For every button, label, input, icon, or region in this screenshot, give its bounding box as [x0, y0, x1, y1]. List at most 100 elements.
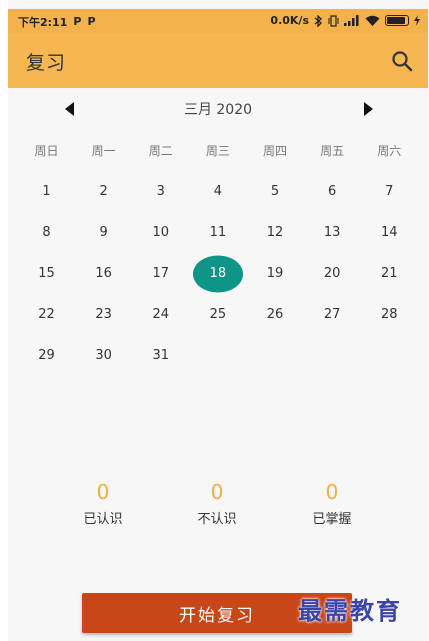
calendar-day[interactable]: 11: [189, 212, 246, 253]
calendar-day[interactable]: 26: [247, 294, 304, 335]
bluetooth-icon: [314, 14, 322, 27]
calendar-day[interactable]: 7: [361, 171, 418, 212]
search-icon[interactable]: [390, 49, 414, 73]
stat-value: 0: [325, 480, 339, 504]
day-number: 7: [385, 184, 394, 199]
network-speed: 0.0K/s: [270, 14, 309, 27]
day-number: 26: [266, 307, 284, 322]
day-number: 28: [381, 307, 398, 322]
day-number: 2: [99, 184, 108, 199]
weekday-label: 周日: [34, 144, 59, 158]
calendar-day[interactable]: 30: [75, 335, 132, 376]
day-number: 20: [323, 266, 341, 281]
charging-icon: [414, 15, 420, 26]
calendar-day[interactable]: 22: [18, 294, 75, 335]
status-left: 下午2:11 P P: [18, 14, 96, 30]
day-number: 23: [95, 307, 112, 322]
day-number: 5: [270, 184, 280, 199]
stat-mastered: 0 已掌握: [282, 478, 382, 527]
stat-unknown: 0 不认识: [167, 478, 267, 527]
calendar-day[interactable]: 10: [132, 212, 189, 253]
status-bar: 下午2:11 P P 0.0K/s: [8, 9, 428, 33]
calendar-day[interactable]: 21: [361, 253, 418, 294]
calendar-day[interactable]: 28: [361, 294, 418, 335]
calendar-day[interactable]: 24: [132, 294, 189, 335]
app-title: 复习: [26, 52, 67, 74]
app-badge-p-icon: P: [87, 15, 96, 28]
day-number: 31: [152, 348, 170, 363]
status-right: 0.0K/s: [270, 14, 420, 27]
calendar-day[interactable]: 13: [304, 212, 361, 253]
day-number: 14: [381, 225, 398, 240]
stat-known: 0 已认识: [53, 478, 153, 527]
triangle-right-icon[interactable]: [358, 100, 378, 118]
day-number: 30: [95, 348, 112, 363]
day-number: 25: [209, 307, 227, 322]
calendar-day[interactable]: 2: [75, 171, 132, 212]
calendar-day-selected[interactable]: 18: [189, 253, 246, 294]
calendar-day[interactable]: 5: [247, 171, 304, 212]
start-review-button[interactable]: 开始复习: [82, 593, 352, 633]
calendar-day[interactable]: 12: [247, 212, 304, 253]
calendar-day[interactable]: 8: [18, 212, 75, 253]
app-badge-p-icon: P: [73, 15, 82, 28]
calendar-day[interactable]: 27: [304, 294, 361, 335]
weekday-label: 周一: [91, 144, 116, 158]
day-number: 22: [38, 307, 55, 322]
calendar-day[interactable]: 15: [18, 253, 75, 294]
day-number: 10: [152, 225, 170, 240]
calendar-grid: 1 2 3 4 5 6 7 8 9 10 11 12 13 14 15 16 1…: [18, 171, 418, 376]
day-number: 18: [209, 266, 227, 281]
calendar-day[interactable]: 20: [304, 253, 361, 294]
stat-label: 已认识: [83, 512, 123, 527]
app-bar: 复习: [8, 33, 428, 88]
day-number: 3: [156, 184, 165, 199]
day-number: 13: [323, 225, 341, 240]
calendar-day[interactable]: 29: [18, 335, 75, 376]
calendar-day[interactable]: 16: [75, 253, 132, 294]
day-number: 17: [152, 266, 170, 281]
day-number: 8: [42, 225, 51, 240]
day-number: 6: [328, 184, 337, 199]
day-number: 12: [266, 225, 284, 240]
calendar-day[interactable]: 4: [189, 171, 246, 212]
day-number: 11: [209, 225, 227, 240]
day-number: 1: [42, 184, 51, 199]
stat-value: 0: [96, 480, 110, 504]
calendar-day[interactable]: 23: [75, 294, 132, 335]
day-number: 29: [38, 348, 55, 363]
calendar-header: 三月 2020: [8, 96, 428, 122]
calendar-day[interactable]: 14: [361, 212, 418, 253]
day-number: 4: [213, 184, 223, 199]
wifi-icon: [365, 15, 380, 26]
weekday-label: 周六: [377, 144, 402, 158]
calendar-day[interactable]: 9: [75, 212, 132, 253]
vibrate-icon: [328, 14, 339, 27]
day-number: 9: [99, 225, 108, 240]
weekday-label: 周三: [205, 144, 230, 158]
calendar-day[interactable]: 17: [132, 253, 189, 294]
calendar-day[interactable]: 31: [132, 335, 189, 376]
weekday-label: 周四: [263, 144, 288, 158]
day-number: 27: [323, 307, 341, 322]
calendar-day[interactable]: 6: [304, 171, 361, 212]
phone-screen: 下午2:11 P P 0.0K/s 复习 三月 2020 周日 周一 周二 周三…: [8, 0, 428, 641]
stat-value: 0: [210, 480, 224, 504]
weekday-label: 周二: [148, 144, 173, 158]
stat-label: 不认识: [197, 512, 237, 527]
day-number: 21: [381, 266, 398, 281]
day-number: 16: [95, 266, 112, 281]
stat-label: 已掌握: [312, 512, 352, 527]
status-time: 下午2:11: [18, 16, 68, 29]
weekday-label: 周五: [320, 144, 345, 158]
calendar-day[interactable]: 19: [247, 253, 304, 294]
calendar-day[interactable]: 1: [18, 171, 75, 212]
calendar-day[interactable]: 3: [132, 171, 189, 212]
weekday-row: 周日 周一 周二 周三 周四 周五 周六: [18, 142, 418, 162]
day-number: 24: [152, 307, 170, 322]
signal-hd-icon: [344, 14, 359, 26]
day-number: 15: [38, 266, 55, 281]
calendar-day[interactable]: 25: [189, 294, 246, 335]
day-number: 19: [266, 266, 284, 281]
battery-icon: [385, 15, 409, 26]
